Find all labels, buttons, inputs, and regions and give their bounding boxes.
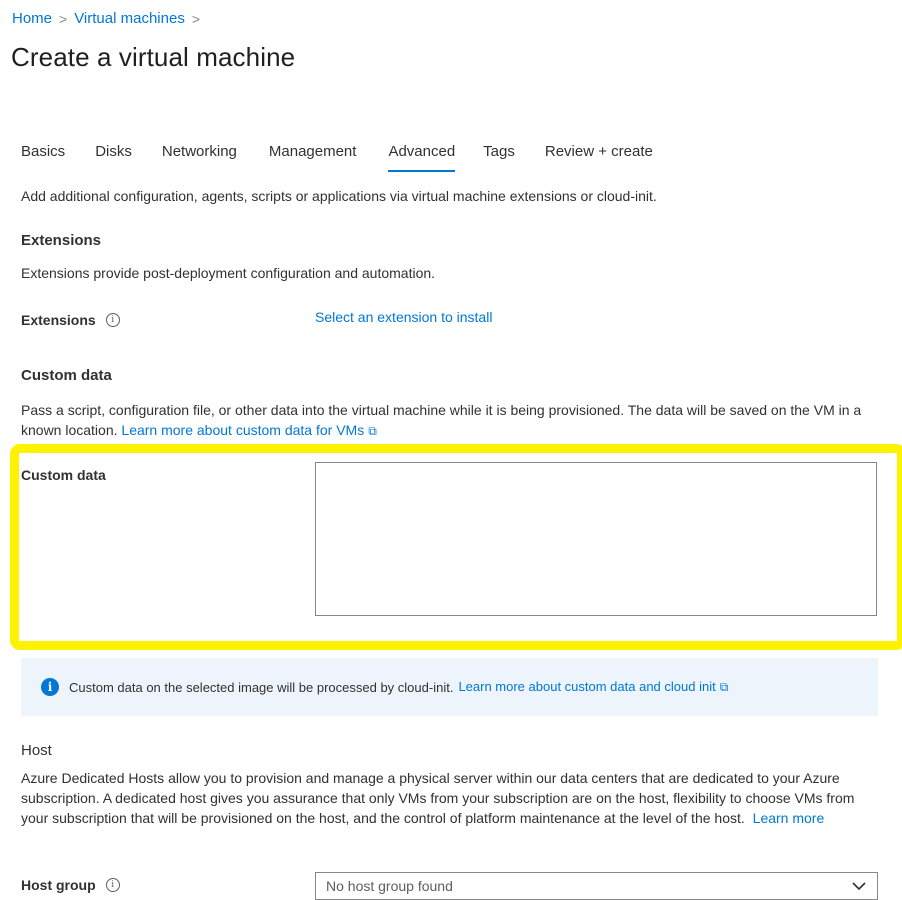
breadcrumb: Home > Virtual machines >: [12, 10, 207, 27]
custom-data-description: Pass a script, configuration file, or ot…: [21, 400, 866, 441]
host-group-value: No host group found: [326, 878, 453, 894]
tab-networking[interactable]: Networking: [162, 142, 237, 172]
host-group-field-label: Host group i: [21, 877, 120, 893]
external-link-icon: ⧉: [368, 424, 377, 438]
extensions-description: Extensions provide post-deployment confi…: [21, 265, 436, 281]
advanced-intro-text: Add additional configuration, agents, sc…: [21, 188, 657, 204]
custom-data-textarea[interactable]: [315, 462, 877, 616]
host-group-dropdown[interactable]: No host group found: [315, 872, 878, 900]
custom-data-field-label: Custom data: [21, 467, 106, 483]
cloud-init-info-banner: i Custom data on the selected image will…: [21, 658, 878, 716]
custom-data-learn-more-link[interactable]: Learn more about custom data for VMs ⧉: [121, 422, 376, 438]
extensions-label-text: Extensions: [21, 312, 96, 328]
tab-disks[interactable]: Disks: [95, 142, 132, 172]
info-icon[interactable]: i: [105, 878, 120, 892]
breadcrumb-virtual-machines-link[interactable]: Virtual machines: [74, 10, 185, 27]
tab-basics[interactable]: Basics: [21, 142, 65, 172]
host-group-label-text: Host group: [21, 877, 96, 893]
breadcrumb-separator: >: [191, 10, 201, 27]
host-description-text: Azure Dedicated Hosts allow you to provi…: [21, 770, 855, 826]
select-extension-link[interactable]: Select an extension to install: [315, 309, 492, 325]
tab-review-create[interactable]: Review + create: [545, 142, 653, 172]
cloud-init-banner-text: Custom data on the selected image will b…: [69, 679, 454, 695]
extensions-section-title: Extensions: [21, 232, 102, 249]
tab-management[interactable]: Management: [269, 142, 357, 172]
tab-tags[interactable]: Tags: [483, 142, 515, 172]
host-section-title: Host: [21, 742, 52, 759]
breadcrumb-home-link[interactable]: Home: [12, 10, 52, 27]
extensions-field-label: Extensions i: [21, 312, 120, 328]
wizard-tabs: Basics Disks Networking Management Advan…: [21, 142, 653, 172]
info-icon: i: [41, 678, 59, 696]
info-icon[interactable]: i: [105, 313, 120, 327]
host-description: Azure Dedicated Hosts allow you to provi…: [21, 768, 871, 828]
tab-advanced[interactable]: Advanced: [388, 142, 455, 172]
external-link-icon: ⧉: [719, 680, 729, 694]
cloud-init-learn-more-link[interactable]: Learn more about custom data and cloud i…: [458, 679, 728, 695]
chevron-down-icon: [852, 882, 866, 891]
breadcrumb-separator: >: [59, 10, 68, 27]
page-title: Create a virtual machine: [11, 42, 296, 72]
host-learn-more-link[interactable]: Learn more: [753, 810, 825, 826]
custom-data-section-title: Custom data: [21, 367, 112, 384]
